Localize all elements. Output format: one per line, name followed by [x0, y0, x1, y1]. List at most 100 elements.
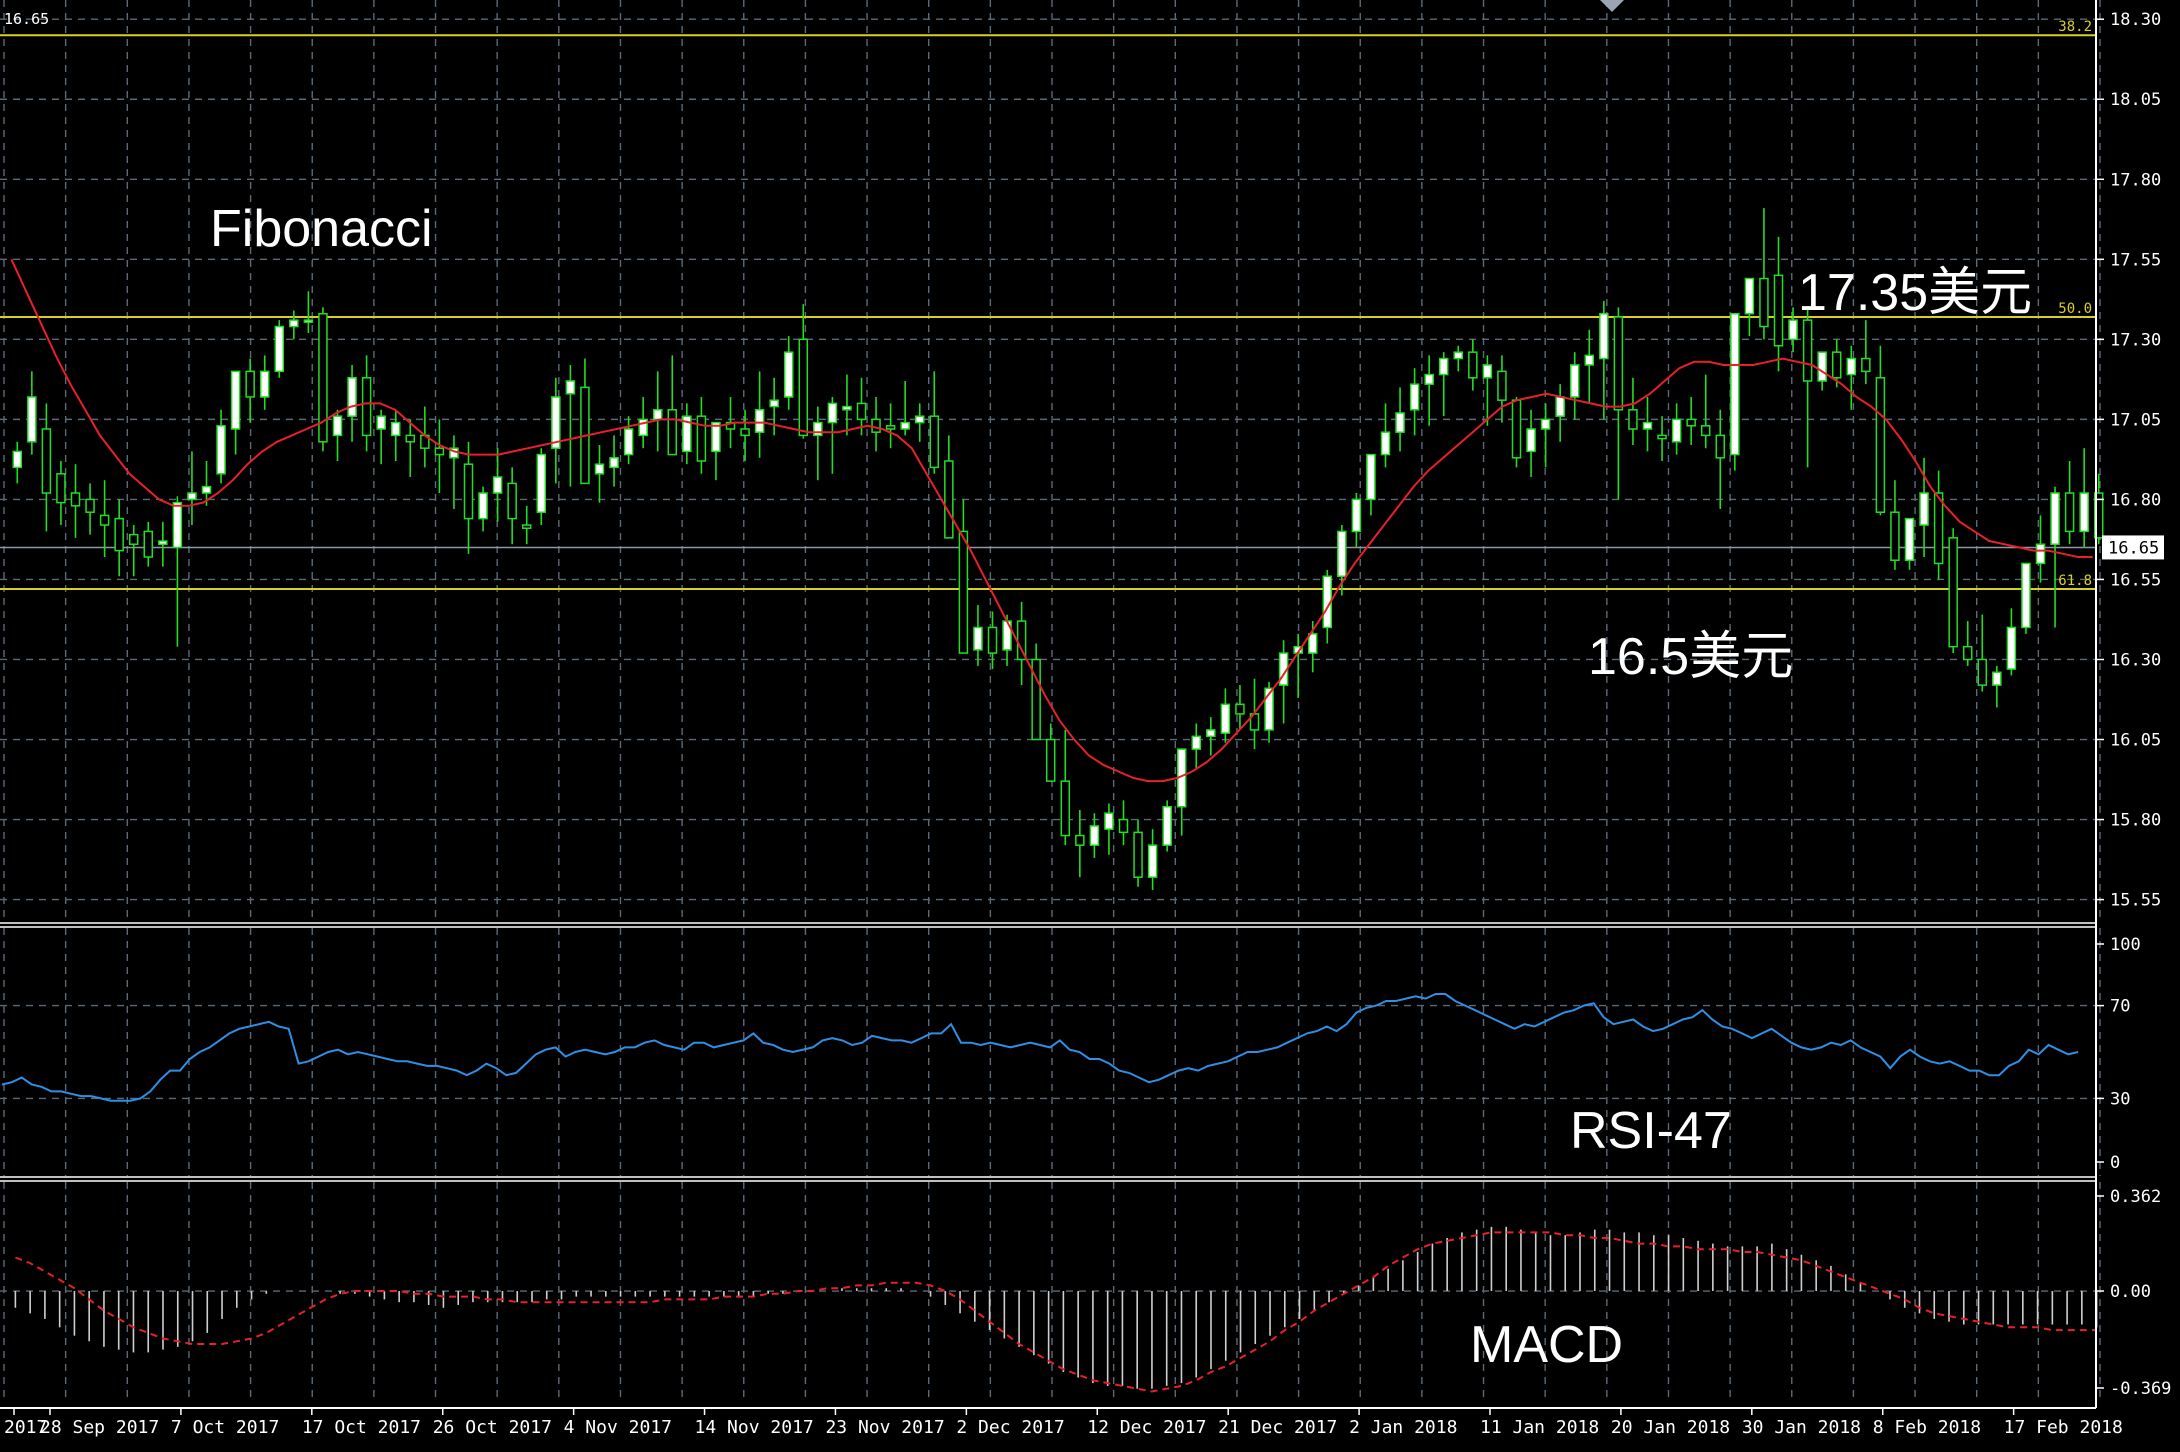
- candle-body: [827, 402, 838, 424]
- candle-body: [1497, 370, 1507, 401]
- candle-body: [85, 498, 95, 513]
- candle-body: [958, 530, 969, 654]
- candle-body: [623, 428, 634, 456]
- candle-body: [1773, 274, 1784, 347]
- price-tick-label: 17.80: [2110, 170, 2161, 190]
- date-tick-label: 23 Nov 2017: [825, 1417, 944, 1438]
- candle-body: [376, 415, 386, 430]
- candle-body: [1060, 780, 1071, 837]
- date-tick-label: 20 Jan 2018: [1611, 1417, 1730, 1438]
- candle-body: [1759, 277, 1769, 328]
- rsi-tick-label: 0: [2110, 1153, 2120, 1173]
- candle-body: [1147, 844, 1158, 878]
- candle-body: [1482, 364, 1493, 379]
- candle-body: [856, 402, 867, 421]
- date-tick-label: 2 Jan 2018: [1349, 1417, 1457, 1438]
- candle-body: [1133, 831, 1143, 878]
- candle-body: [172, 501, 183, 549]
- price-tick-label: 17.30: [2110, 330, 2161, 350]
- candle-body: [783, 351, 794, 398]
- candle-body: [1540, 418, 1551, 430]
- price-tick-label: 16.30: [2110, 650, 2161, 670]
- candle-body: [303, 319, 314, 323]
- date-tick-label: 30 Jan 2018: [1742, 1417, 1861, 1438]
- candle-body: [1584, 354, 1595, 366]
- candle-body: [1104, 812, 1114, 830]
- candle-body: [27, 396, 37, 443]
- candle-body: [1468, 351, 1478, 379]
- candle-body: [885, 425, 896, 430]
- candle-body: [230, 370, 241, 430]
- price-tick-label: 15.80: [2110, 811, 2161, 831]
- candle-body: [434, 447, 445, 456]
- candle-body: [754, 409, 765, 433]
- candle-body: [2079, 492, 2089, 533]
- candle-body: [99, 514, 110, 526]
- candle-body: [1235, 703, 1245, 715]
- candle-body: [1671, 418, 1682, 443]
- price-tick-label: 17.55: [2110, 250, 2161, 270]
- candle-body: [2050, 492, 2060, 545]
- fib-level-label: 61.8: [2058, 573, 2092, 589]
- macd-tick-label: 0.00: [2110, 1282, 2151, 1302]
- date-tick-label: 7 Oct 2017: [171, 1417, 279, 1438]
- candle-body: [463, 463, 474, 520]
- date-tick-label: 17 Feb 2018: [2004, 1417, 2123, 1438]
- candle-body: [1453, 351, 1464, 360]
- date-tick-label: 4 Nov 2017: [564, 1417, 672, 1438]
- candle-body: [2006, 626, 2017, 670]
- candle-body: [1831, 351, 1842, 379]
- price-tick-label: 17.05: [2110, 410, 2161, 430]
- candle-body: [361, 377, 372, 437]
- date-tick-label: 12 Dec 2017: [1087, 1417, 1206, 1438]
- fib-level-label: 50.0: [2058, 301, 2092, 317]
- date-tick-label: 11 Jan 2018: [1480, 1417, 1599, 1438]
- candle-body: [2064, 492, 2075, 533]
- candle-body: [216, 425, 226, 475]
- candle-body: [1220, 703, 1231, 734]
- candle-body: [1569, 364, 1580, 398]
- price-tick-label: 16.55: [2110, 570, 2161, 590]
- candle-body: [914, 415, 925, 424]
- candle-body: [1686, 418, 1696, 427]
- candle-body: [1890, 511, 1900, 561]
- candle-body: [158, 540, 168, 545]
- candle-body: [390, 421, 401, 437]
- candle-body: [1788, 319, 1798, 341]
- date-tick-label: 14 Nov 2017: [695, 1417, 814, 1438]
- price-tick-label: 16.05: [2110, 731, 2161, 751]
- candle-body: [201, 485, 212, 494]
- candle-body: [41, 428, 52, 494]
- candle-body: [944, 460, 954, 539]
- candle-body: [1846, 357, 1857, 376]
- candle-body: [871, 418, 881, 433]
- candle-body: [1075, 834, 1085, 846]
- macd-tick-label: 0.362: [2110, 1187, 2161, 1207]
- candle-body: [143, 530, 154, 558]
- candle-body: [594, 463, 605, 475]
- candle-body: [492, 476, 503, 494]
- candle-body: [245, 370, 255, 398]
- candle-body: [609, 457, 619, 469]
- candle-body: [274, 325, 285, 373]
- candle-body: [551, 396, 561, 449]
- candle-body: [1089, 825, 1100, 846]
- candle-body: [1613, 316, 1624, 411]
- date-tick-label: 2 Dec 2017: [956, 1417, 1064, 1438]
- candle-body: [1206, 729, 1216, 738]
- rsi-tick-label: 70: [2110, 997, 2130, 1017]
- candle-body: [347, 377, 357, 417]
- price-tick-label: 18.30: [2110, 10, 2161, 30]
- candle-body: [1933, 492, 1944, 565]
- candle-body: [565, 380, 576, 395]
- date-tick-label: 26 Oct 2017: [433, 1417, 552, 1438]
- candle-body: [740, 428, 750, 437]
- price-tick-label: 15.55: [2110, 891, 2161, 911]
- candle-body: [70, 492, 81, 507]
- candle-body: [1424, 373, 1434, 385]
- candle-body: [187, 492, 197, 501]
- candle-body: [1642, 421, 1653, 430]
- candle-body: [1162, 806, 1172, 846]
- macd-label: MACD: [1470, 1316, 1623, 1374]
- rsi-tick-label: 30: [2110, 1089, 2130, 1109]
